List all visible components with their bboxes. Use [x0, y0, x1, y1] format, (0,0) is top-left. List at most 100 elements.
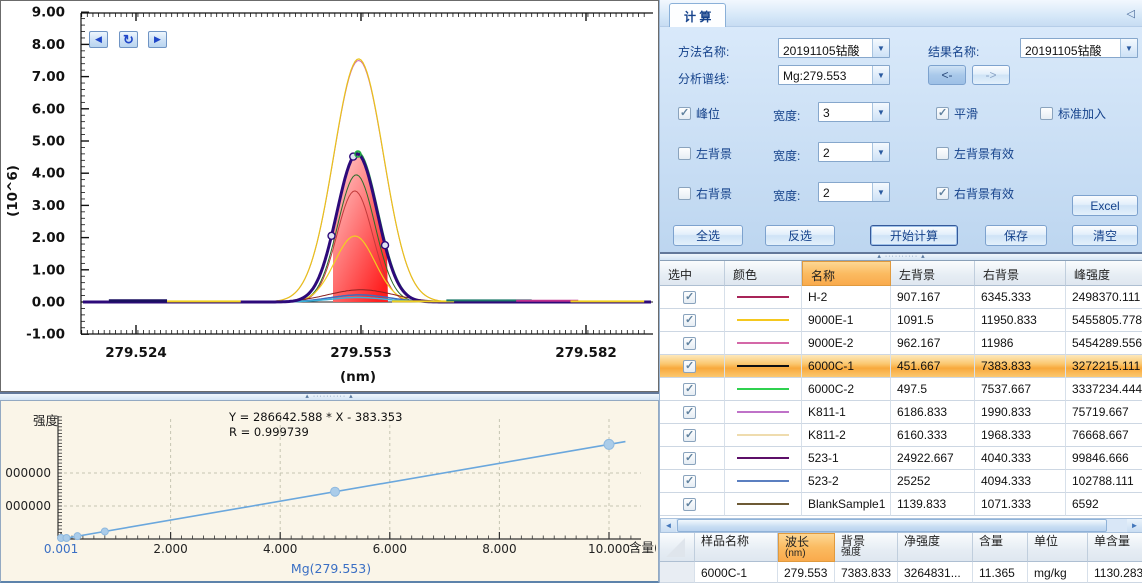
- svg-text:Y = 286642.588 * X - 383.353: Y = 286642.588 * X - 383.353: [228, 410, 402, 424]
- row-checkbox-cell: [660, 309, 725, 332]
- row-checkbox[interactable]: [683, 406, 696, 419]
- table-row[interactable]: K811-16186.8331990.83375719.667: [660, 401, 1142, 424]
- chart-refresh-button[interactable]: ↻: [119, 31, 138, 48]
- chevron-down-icon[interactable]: ▼: [872, 143, 889, 161]
- scroll-left-icon[interactable]: ◄: [661, 519, 676, 532]
- chevron-down-icon[interactable]: ▼: [872, 66, 889, 84]
- analysis-line-combo[interactable]: Mg:279.553 ▼: [778, 65, 890, 85]
- checkbox-icon[interactable]: [1040, 107, 1053, 120]
- standard-addition-checkbox[interactable]: 标准加入: [1040, 105, 1106, 122]
- row-checkbox[interactable]: [683, 291, 696, 304]
- row-right-bg: 11950.833: [975, 309, 1066, 332]
- select-all-button[interactable]: 全选: [673, 225, 743, 246]
- results-table: 选中颜色名称左背景右背景峰强度H-2907.1676345.3332498370…: [660, 260, 1142, 518]
- sample-column-header-3[interactable]: 净强度: [898, 533, 973, 562]
- left-bg-valid-checkbox[interactable]: 左背景有效: [936, 145, 1014, 162]
- row-left-bg: 451.667: [891, 355, 975, 378]
- row-checkbox-cell: [660, 355, 725, 378]
- row-checkbox[interactable]: [683, 475, 696, 488]
- table-row[interactable]: 6000C-2497.57537.6673337234.444: [660, 378, 1142, 401]
- row-checkbox[interactable]: [683, 383, 696, 396]
- tab-calculate[interactable]: 计 算: [669, 3, 726, 27]
- table-row[interactable]: 9000E-11091.511950.8335455805.778: [660, 309, 1142, 332]
- checkbox-icon[interactable]: [936, 147, 949, 160]
- row-checkbox[interactable]: [683, 314, 696, 327]
- column-header-4[interactable]: 右背景: [975, 261, 1066, 286]
- row-checkbox[interactable]: [683, 429, 696, 442]
- column-header-3[interactable]: 左背景: [891, 261, 975, 286]
- row-right-bg: 6345.333: [975, 286, 1066, 309]
- column-header-5[interactable]: 峰强度: [1066, 261, 1142, 286]
- sample-column-header-2[interactable]: 背景强度: [835, 533, 898, 562]
- checkbox-checked-icon[interactable]: [936, 107, 949, 120]
- row-checkbox-cell: [660, 447, 725, 470]
- sample-value-2: 7383.833: [835, 562, 898, 583]
- sample-header-row: 样品名称波长(nm)背景强度净强度含量单位单含量: [660, 533, 1142, 562]
- svg-text:2.000: 2.000: [153, 542, 187, 556]
- row-checkbox[interactable]: [683, 360, 696, 373]
- save-button[interactable]: 保存: [985, 225, 1047, 246]
- row-checkbox[interactable]: [683, 337, 696, 350]
- column-header-0[interactable]: 选中: [660, 261, 725, 286]
- start-calculation-button[interactable]: 开始计算: [870, 225, 958, 246]
- svg-text:000000: 000000: [5, 499, 51, 513]
- method-name-combo[interactable]: 20191105钴酸 ▼: [778, 38, 890, 58]
- horizontal-scrollbar[interactable]: ◄ ►: [660, 518, 1142, 533]
- chevron-down-icon[interactable]: ▼: [872, 103, 889, 121]
- right-background-checkbox[interactable]: 右背景: [678, 185, 732, 202]
- table-row[interactable]: 523-2252524094.333102788.111: [660, 470, 1142, 493]
- table-row[interactable]: H-2907.1676345.3332498370.111: [660, 286, 1142, 309]
- scroll-right-icon[interactable]: ►: [1127, 519, 1142, 532]
- right-bg-width-combo[interactable]: 2 ▼: [818, 182, 890, 202]
- excel-button[interactable]: Excel: [1072, 195, 1138, 216]
- peak-position-checkbox[interactable]: 峰位: [678, 105, 720, 122]
- checkbox-icon[interactable]: [678, 147, 691, 160]
- chevron-down-icon[interactable]: ▼: [872, 39, 889, 57]
- sample-column-header-1[interactable]: 波长(nm): [778, 533, 835, 562]
- smooth-checkbox[interactable]: 平滑: [936, 105, 978, 122]
- table-row[interactable]: 6000C-1451.6677383.8333272215.111: [660, 355, 1142, 378]
- chevron-down-icon[interactable]: ▼: [1120, 39, 1137, 57]
- sample-column-header-6[interactable]: 单含量: [1088, 533, 1142, 562]
- checkbox-checked-icon[interactable]: [936, 187, 949, 200]
- result-name-combo[interactable]: 20191105钴酸 ▼: [1020, 38, 1138, 58]
- column-header-2[interactable]: 名称: [802, 261, 891, 286]
- table-row[interactable]: K811-26160.3331968.33376668.667: [660, 424, 1142, 447]
- invert-selection-button[interactable]: 反选: [765, 225, 835, 246]
- chart-back-button[interactable]: ◀: [89, 31, 108, 48]
- checkbox-checked-icon[interactable]: [678, 107, 691, 120]
- svg-text:4.000: 4.000: [263, 542, 297, 556]
- left-horizontal-splitter[interactable]: ▴ ·········· ▴: [0, 392, 659, 400]
- row-checkbox[interactable]: [683, 452, 696, 465]
- peak-width-combo[interactable]: 3 ▼: [818, 102, 890, 122]
- right-bg-width-value: 2: [819, 183, 872, 201]
- checkbox-icon[interactable]: [678, 187, 691, 200]
- collapse-panel-icon[interactable]: ◁: [1127, 7, 1135, 20]
- series-color-swatch: [737, 342, 789, 344]
- right-bg-valid-checkbox[interactable]: 右背景有效: [936, 185, 1014, 202]
- sample-data-row[interactable]: 6000C-1279.5537383.8333264831...11.365mg…: [660, 562, 1142, 583]
- chart-forward-button[interactable]: ▶: [148, 31, 167, 48]
- chevron-down-icon[interactable]: ▼: [872, 183, 889, 201]
- corner-cell[interactable]: [660, 533, 695, 562]
- right-horizontal-splitter[interactable]: ▴ ·········· ▴: [660, 252, 1142, 260]
- clear-button[interactable]: 清空: [1072, 225, 1138, 246]
- row-checkbox[interactable]: [683, 498, 696, 511]
- left-background-checkbox[interactable]: 左背景: [678, 145, 732, 162]
- table-row[interactable]: 9000E-2962.167119865454289.556: [660, 332, 1142, 355]
- sample-value-6: 1130.283: [1088, 562, 1142, 583]
- next-line-button[interactable]: ->: [972, 65, 1010, 85]
- sample-column-header-5[interactable]: 单位: [1028, 533, 1088, 562]
- svg-text:-1.00: -1.00: [26, 327, 65, 343]
- table-row[interactable]: BlankSample11139.8331071.3336592: [660, 493, 1142, 516]
- row-checkbox-cell: [660, 378, 725, 401]
- row-peak: 5455805.778: [1066, 309, 1142, 332]
- left-bg-width-combo[interactable]: 2 ▼: [818, 142, 890, 162]
- sample-column-header-0[interactable]: 样品名称: [695, 533, 778, 562]
- column-header-1[interactable]: 颜色: [725, 261, 802, 286]
- previous-line-button[interactable]: <-: [928, 65, 966, 85]
- scrollbar-thumb[interactable]: [677, 519, 1107, 532]
- table-row[interactable]: 523-124922.6674040.33399846.666: [660, 447, 1142, 470]
- sample-column-header-4[interactable]: 含量: [973, 533, 1028, 562]
- svg-text:0.00: 0.00: [32, 295, 65, 311]
